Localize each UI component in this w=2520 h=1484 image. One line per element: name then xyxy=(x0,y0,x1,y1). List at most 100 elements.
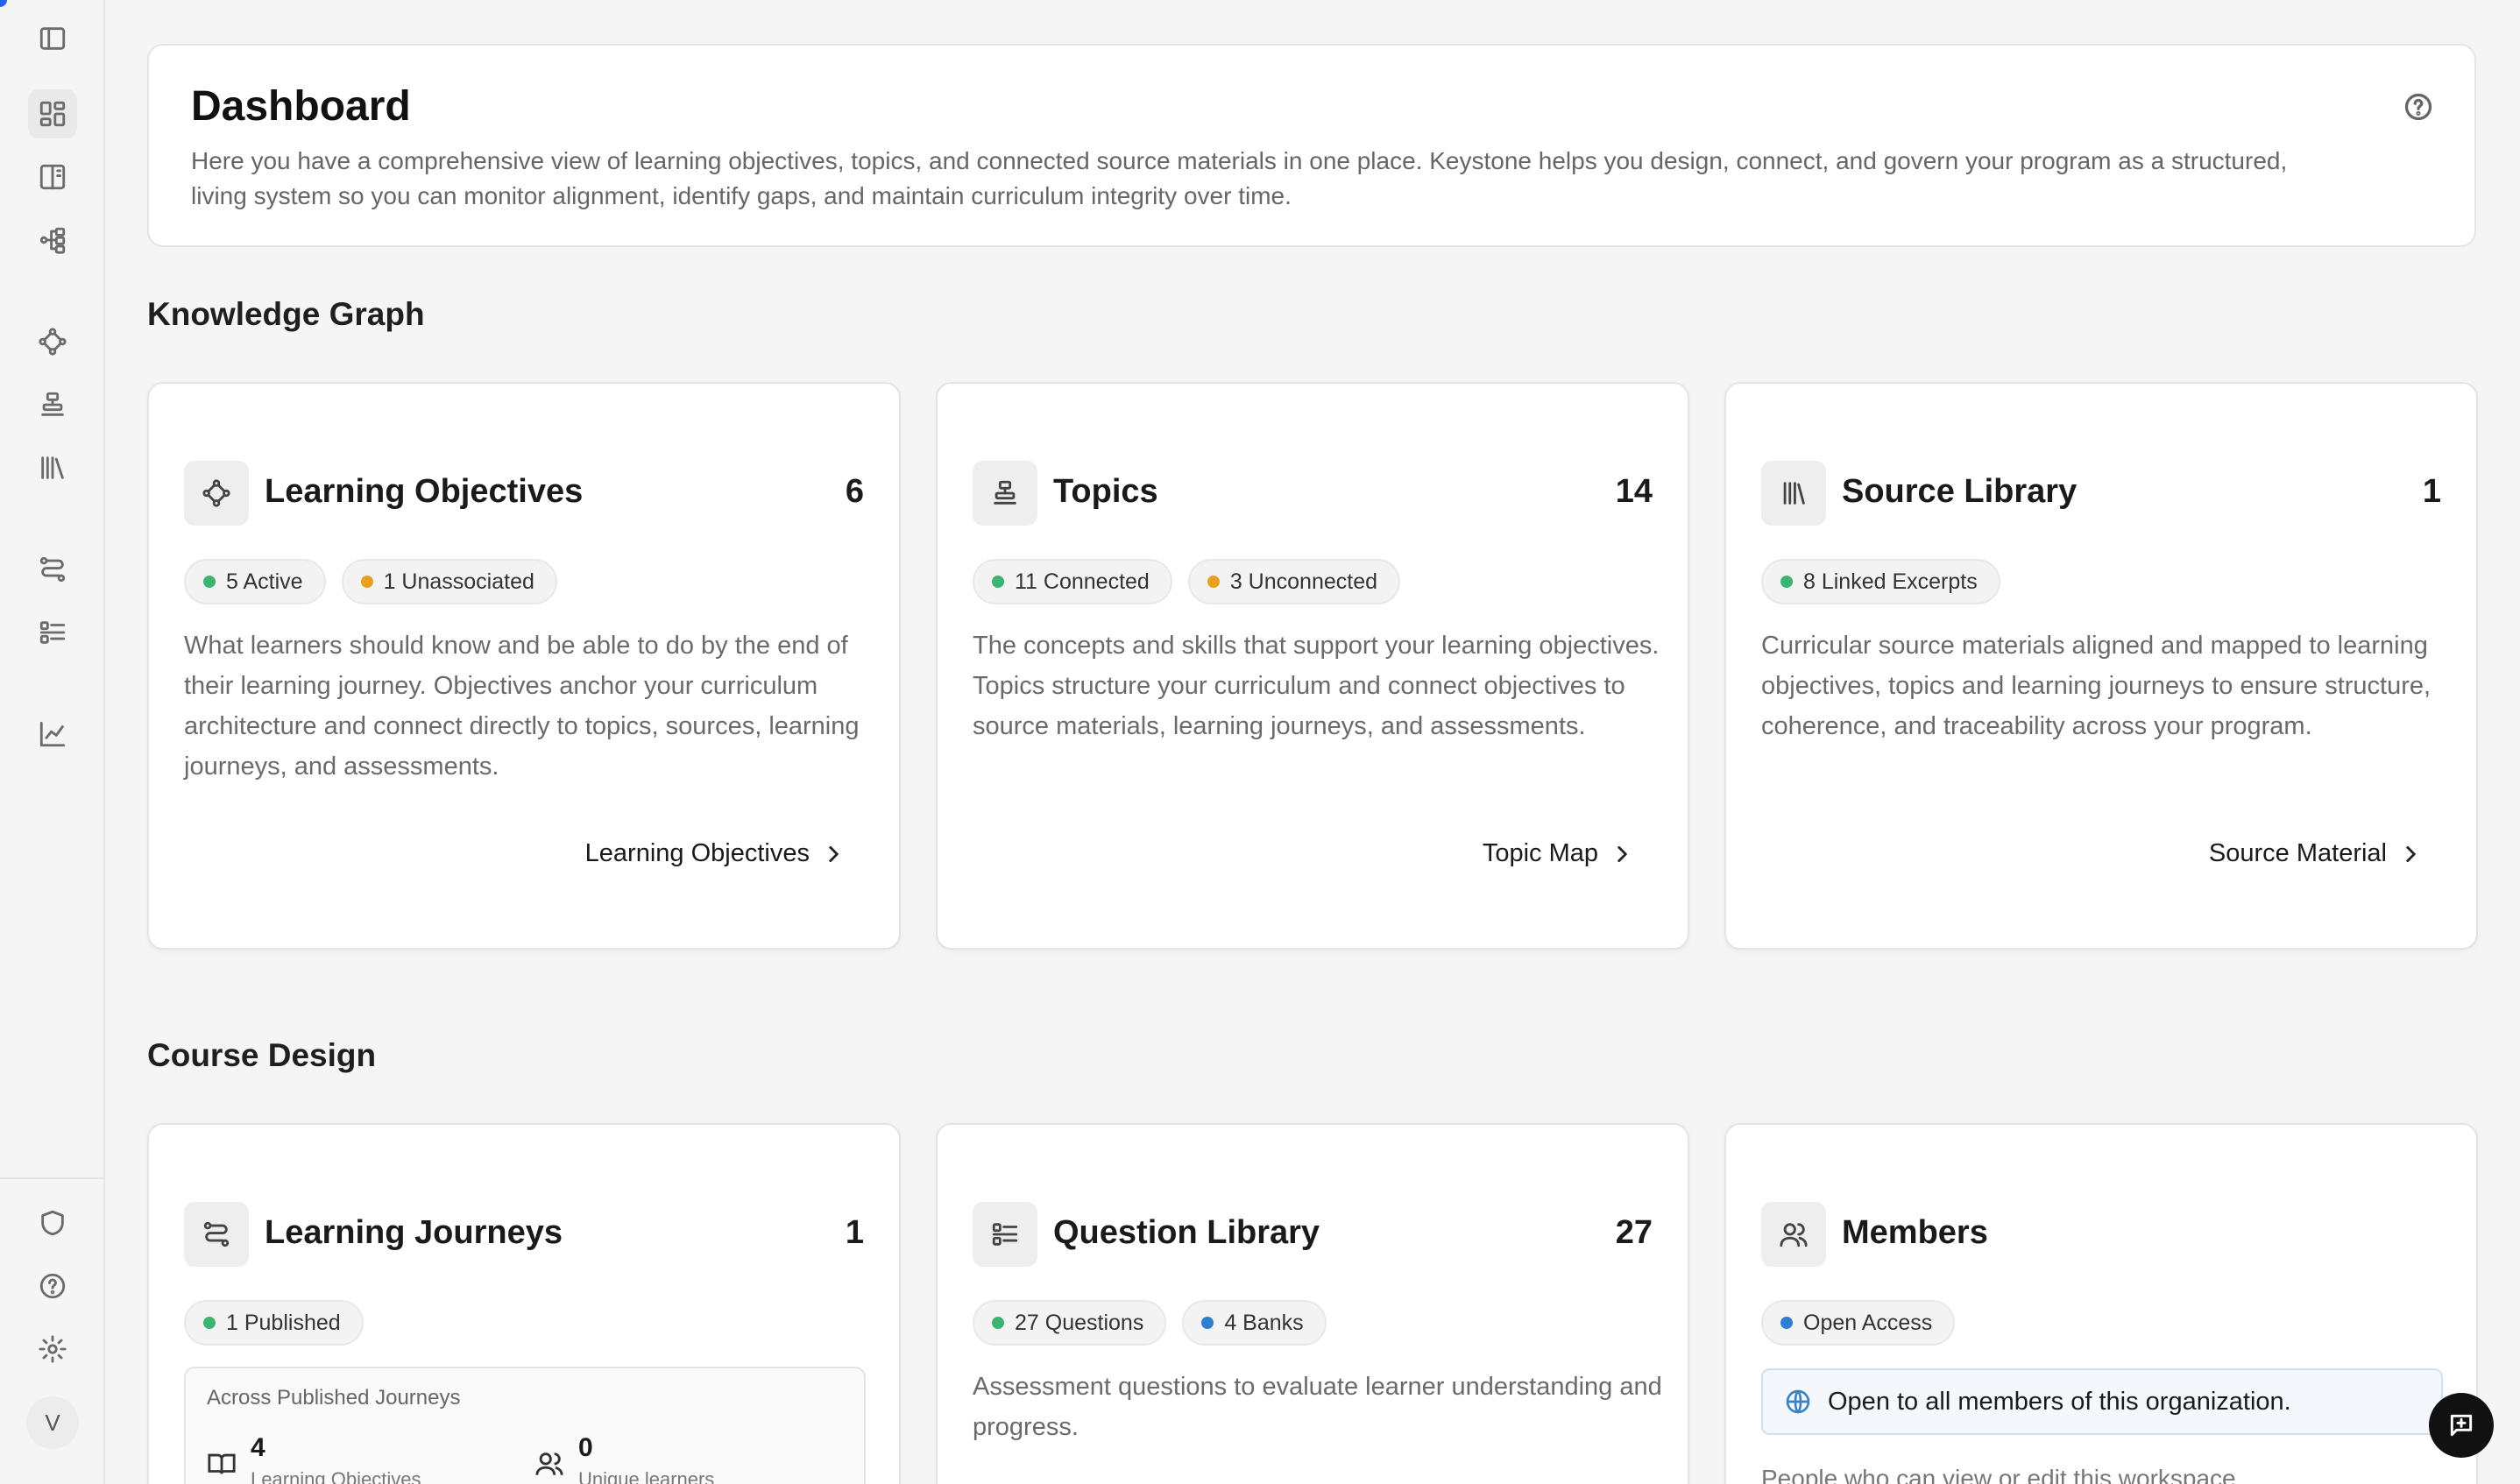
orange-dot-icon xyxy=(1207,576,1220,588)
card-count: 6 xyxy=(845,473,864,510)
metric-value: 0 xyxy=(578,1433,593,1462)
status-badge: 27 Questions xyxy=(973,1300,1167,1346)
dashboard-icon[interactable] xyxy=(28,89,77,138)
badge-row: 5 Active 1 Unassociated xyxy=(184,559,557,604)
badge-row: 27 Questions 4 Banks xyxy=(973,1300,1327,1346)
card-title: Learning Journeys xyxy=(265,1214,563,1251)
badge-label: 11 Connected xyxy=(1015,569,1150,594)
link-label: Source Material xyxy=(2208,839,2387,867)
avatar[interactable]: V xyxy=(26,1396,79,1449)
badge-row: Open Access xyxy=(1761,1300,1956,1346)
library-icon[interactable] xyxy=(28,443,77,492)
badge-label: 3 Unconnected xyxy=(1229,569,1378,594)
journey-stats-box: Across Published Journeys 4 Learning Obj… xyxy=(184,1367,866,1484)
topics-card[interactable]: Topics 14 11 Connected 3 Unconnected The… xyxy=(936,382,1689,950)
journeys-icon xyxy=(184,1202,249,1267)
badge-label: 4 Banks xyxy=(1224,1310,1304,1335)
badge-label: 27 Questions xyxy=(1015,1310,1144,1335)
section-title-knowledge-graph: Knowledge Graph xyxy=(147,296,425,332)
badge-label: 1 Unassociated xyxy=(383,569,534,594)
chevron-right-icon xyxy=(829,845,839,862)
topics-icon[interactable] xyxy=(28,380,77,429)
metric-value: 4 xyxy=(251,1433,265,1462)
objectives-icon[interactable] xyxy=(28,317,77,366)
green-dot-icon xyxy=(992,576,1004,588)
users-icon xyxy=(535,1452,563,1475)
help-circle-icon[interactable] xyxy=(28,1261,77,1311)
metric-label: Unique learners xyxy=(578,1468,715,1484)
chat-button[interactable] xyxy=(2429,1393,2494,1458)
card-description: What learners should know and be able to… xyxy=(184,632,860,781)
link-label: Learning Objectives xyxy=(584,839,810,867)
status-badge: 1 Unassociated xyxy=(341,559,557,604)
book-columns-icon[interactable] xyxy=(28,152,77,201)
panel-toggle-icon[interactable] xyxy=(28,14,77,63)
users-icon xyxy=(1761,1202,1826,1267)
settings-gear-icon[interactable] xyxy=(28,1325,77,1374)
topic-map-link[interactable]: Topic Map xyxy=(1483,839,1633,868)
orange-dot-icon xyxy=(360,576,373,588)
learning-objectives-card[interactable]: Learning Objectives 6 5 Active 1 Unassoc… xyxy=(147,382,901,950)
badge-label: 5 Active xyxy=(226,569,303,594)
green-dot-icon xyxy=(203,576,216,588)
card-title: Question Library xyxy=(1053,1214,1320,1251)
green-dot-icon xyxy=(992,1317,1004,1329)
book-open-icon xyxy=(208,1453,236,1474)
card-title: Topics xyxy=(1053,473,1158,510)
status-badge: 11 Connected xyxy=(973,559,1172,604)
source-library-card[interactable]: Source Library 1 8 Linked Excerpts Curri… xyxy=(1724,382,2478,950)
dashboard-header: Dashboard Here you have a comprehensive … xyxy=(147,44,2476,247)
green-dot-icon xyxy=(203,1317,216,1329)
stats-box-label: Across Published Journeys xyxy=(207,1386,461,1410)
status-badge: Open Access xyxy=(1761,1300,1956,1346)
card-description: Curricular source materials aligned and … xyxy=(1761,632,2432,740)
chevron-right-icon xyxy=(1617,845,1627,862)
status-badge: 5 Active xyxy=(184,559,326,604)
card-count: 27 xyxy=(1615,1214,1653,1251)
metric-label: Learning Objectives xyxy=(251,1468,421,1484)
learning-objectives-link[interactable]: Learning Objectives xyxy=(585,839,845,868)
learning-journeys-card[interactable]: Learning Journeys 1 1 Published Across P… xyxy=(147,1123,901,1484)
members-footer-text: People who can view or edit this workspa… xyxy=(1761,1465,2236,1484)
card-count: 1 xyxy=(845,1214,864,1251)
card-count: 1 xyxy=(2422,473,2441,510)
analytics-chart-icon[interactable] xyxy=(28,710,77,759)
card-title: Members xyxy=(1842,1214,1988,1251)
question-list-icon xyxy=(973,1202,1037,1267)
question-library-card[interactable]: Question Library 27 27 Questions 4 Banks… xyxy=(936,1123,1689,1484)
card-count: 14 xyxy=(1615,473,1653,510)
corner-accent xyxy=(0,0,7,7)
badge-label: 1 Published xyxy=(226,1310,341,1335)
blue-dot-icon xyxy=(1201,1317,1214,1329)
globe-icon xyxy=(1786,1389,1810,1414)
green-dot-icon xyxy=(1780,576,1793,588)
card-title: Learning Objectives xyxy=(265,473,584,510)
status-badge: 3 Unconnected xyxy=(1187,559,1401,604)
page-description: Here you have a comprehensive view of le… xyxy=(191,147,2288,209)
status-badge: 4 Banks xyxy=(1182,1300,1327,1346)
members-card[interactable]: Members Open Access Open to all members … xyxy=(1724,1123,2478,1484)
sidebar-divider xyxy=(0,1177,105,1179)
blue-dot-icon xyxy=(1780,1317,1793,1329)
source-material-link[interactable]: Source Material xyxy=(2209,839,2422,868)
access-info-box: Open to all members of this organization… xyxy=(1761,1368,2443,1435)
shield-icon[interactable] xyxy=(28,1198,77,1247)
sidebar: V xyxy=(0,0,105,1484)
card-title: Source Library xyxy=(1842,473,2078,510)
topics-icon xyxy=(973,461,1037,526)
section-title-course-design: Course Design xyxy=(147,1037,377,1073)
page-title: Dashboard xyxy=(191,83,411,130)
chat-plus-icon xyxy=(2450,1414,2473,1437)
badge-row: 8 Linked Excerpts xyxy=(1761,559,2000,604)
card-description: The concepts and skills that support you… xyxy=(973,632,1660,740)
journeys-icon[interactable] xyxy=(28,545,77,594)
badge-label: 8 Linked Excerpts xyxy=(1803,569,1978,594)
library-icon xyxy=(1761,461,1826,526)
question-list-icon[interactable] xyxy=(28,608,77,657)
hierarchy-icon[interactable] xyxy=(28,216,77,265)
badge-row: 11 Connected 3 Unconnected xyxy=(973,559,1401,604)
card-description: Assessment questions to evaluate learner… xyxy=(973,1373,1662,1441)
status-badge: 8 Linked Excerpts xyxy=(1761,559,2000,604)
help-icon[interactable] xyxy=(2403,91,2438,126)
status-badge: 1 Published xyxy=(184,1300,364,1346)
